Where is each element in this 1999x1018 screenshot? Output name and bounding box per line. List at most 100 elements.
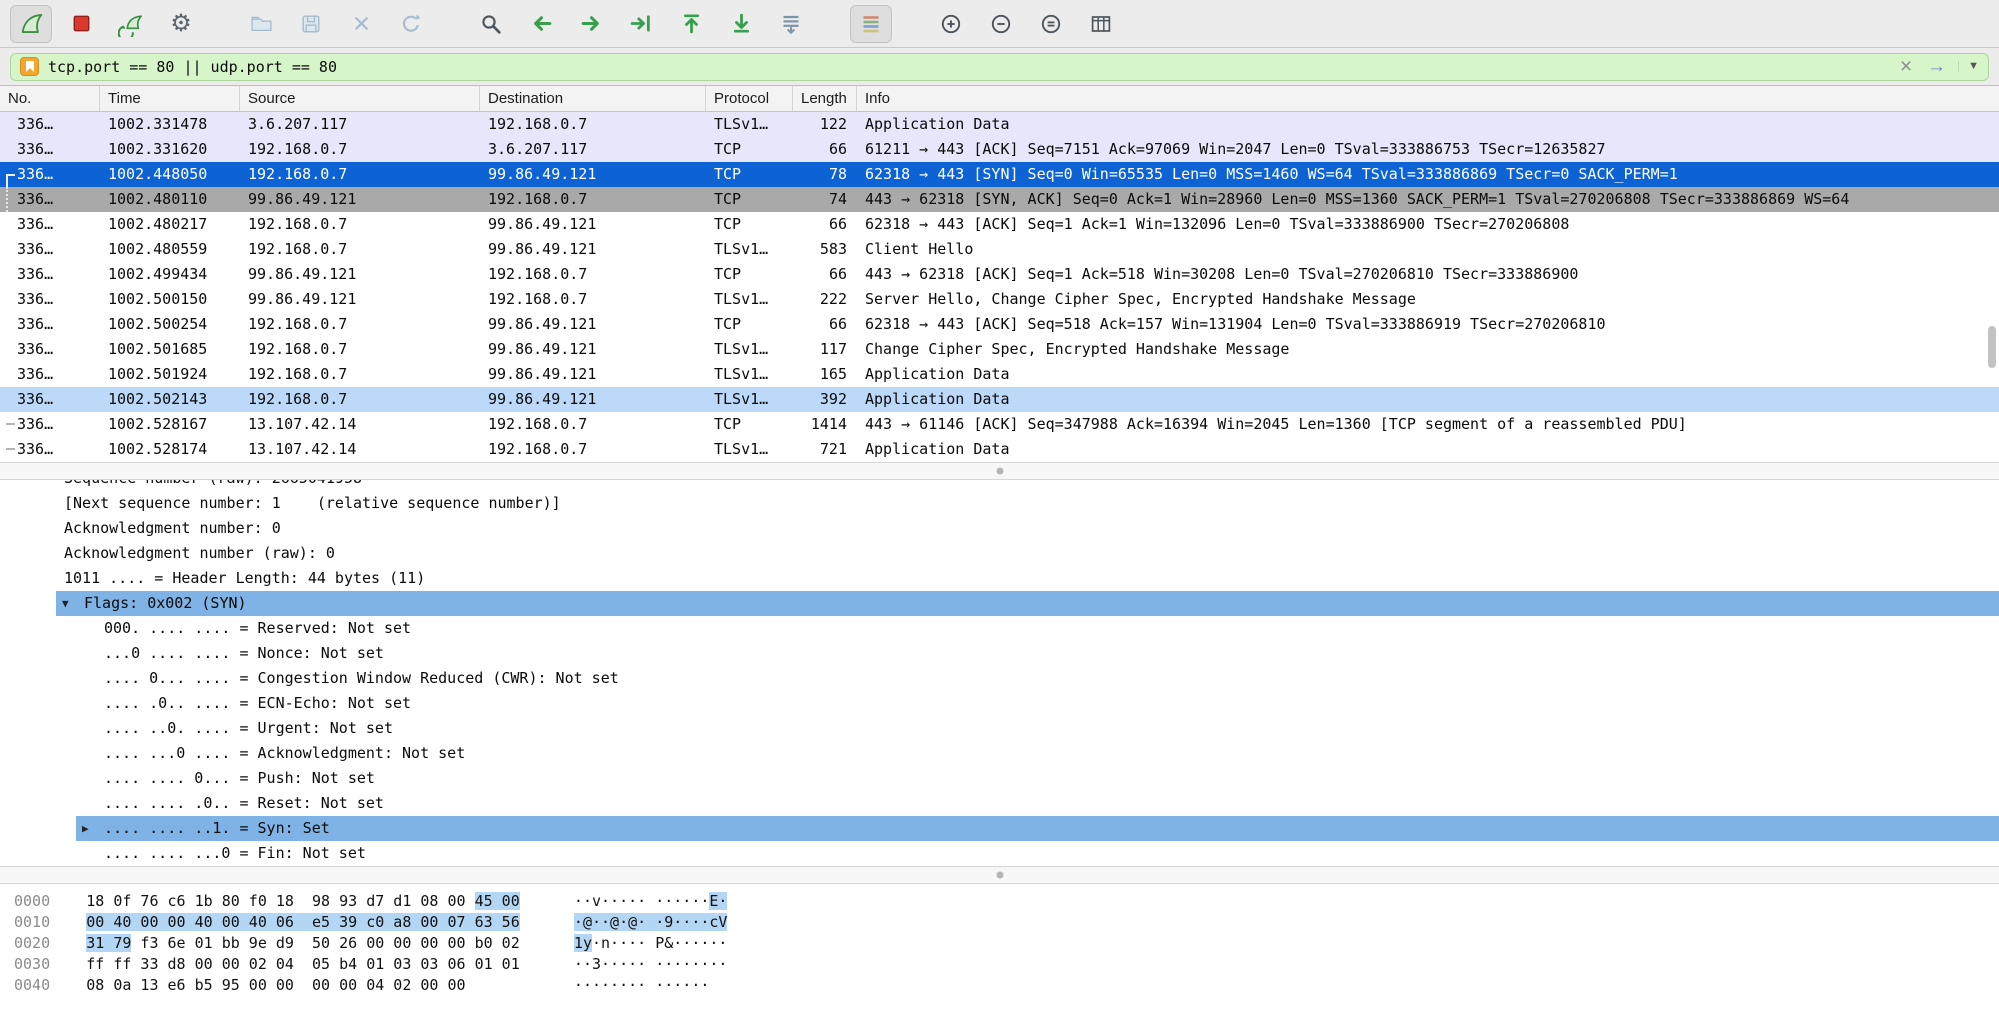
- go-back-button[interactable]: [520, 5, 562, 43]
- packet-row[interactable]: 336…1002.49943499.86.49.121192.168.0.7TC…: [0, 262, 1999, 287]
- go-to-first-button[interactable]: [670, 5, 712, 43]
- capture-options-button[interactable]: ⚙: [160, 5, 202, 43]
- reload-file-button[interactable]: [390, 5, 432, 43]
- related-packet-gutter: [4, 137, 17, 162]
- detail-line[interactable]: .... .... ...0 = Fin: Not set: [0, 841, 1999, 866]
- hex-row[interactable]: 0000 18 0f 76 c6 1b 80 f0 18 98 93 d7 d1…: [0, 891, 1999, 912]
- fin-icon: [18, 10, 45, 37]
- go-to-packet-button[interactable]: [620, 5, 662, 43]
- find-packet-button[interactable]: [470, 5, 512, 43]
- filter-bar: tcp.port == 80 || udp.port == 80 × → ▼: [0, 48, 1999, 86]
- arrow-down-icon: [729, 11, 754, 36]
- zoom-original-button[interactable]: [1030, 5, 1072, 43]
- packet-info-cell: 62318 → 443 [ACK] Seq=518 Ack=157 Win=13…: [857, 312, 1999, 337]
- packet-row[interactable]: 336…1002.3314783.6.207.117192.168.0.7TLS…: [0, 112, 1999, 137]
- detail-line[interactable]: ...0 .... .... = Nonce: Not set: [0, 641, 1999, 666]
- display-filter-input[interactable]: tcp.port == 80 || udp.port == 80: [48, 58, 1888, 76]
- detail-line[interactable]: .... .0.. .... = ECN-Echo: Not set: [0, 691, 1999, 716]
- detail-line[interactable]: ▼Flags: 0x002 (SYN): [0, 591, 1999, 616]
- packet-row[interactable]: 336…1002.52816713.107.42.14192.168.0.7TC…: [0, 412, 1999, 437]
- restart-capture-button[interactable]: [110, 5, 152, 43]
- ascii-bytes-highlight: E·: [709, 892, 727, 910]
- packet-no-cell: 336…: [0, 387, 100, 412]
- reload-icon: [399, 12, 423, 36]
- column-header-protocol[interactable]: Protocol: [706, 86, 793, 111]
- start-capture-button[interactable]: [10, 5, 52, 43]
- detail-text: .... ..0. .... = Urgent: Not set: [0, 716, 393, 741]
- colorize-button[interactable]: [850, 5, 892, 43]
- open-file-button[interactable]: [240, 5, 282, 43]
- detail-line[interactable]: Acknowledgment number (raw): 0: [0, 541, 1999, 566]
- filter-bookmark-icon[interactable]: [20, 57, 39, 76]
- hex-row[interactable]: 0020 31 79 f3 6e 01 bb 9e d9 50 26 00 00…: [0, 933, 1999, 954]
- auto-scroll-button[interactable]: [770, 5, 812, 43]
- packet-row[interactable]: 336…1002.331620192.168.0.73.6.207.117TCP…: [0, 137, 1999, 162]
- column-header-length[interactable]: Length: [793, 86, 857, 111]
- packet-info-cell: Application Data: [857, 362, 1999, 387]
- packet-protocol-cell: TLSv1…: [706, 112, 793, 137]
- close-file-button[interactable]: [340, 5, 382, 43]
- ascii-bytes-highlight: 1y: [574, 934, 592, 952]
- column-header-destination[interactable]: Destination: [480, 86, 706, 111]
- column-header-source[interactable]: Source: [240, 86, 480, 111]
- packet-no-cell: 336…: [0, 162, 100, 187]
- details-splitter[interactable]: [0, 866, 1999, 884]
- hex-row[interactable]: 0010 00 40 00 00 40 00 40 06 e5 39 c0 a8…: [0, 912, 1999, 933]
- stop-capture-button[interactable]: [60, 5, 102, 43]
- packet-row[interactable]: 336…1002.448050192.168.0.799.86.49.121TC…: [0, 162, 1999, 187]
- filter-clear-icon[interactable]: ×: [1897, 56, 1915, 77]
- detail-line[interactable]: .... .... .0.. = Reset: Not set: [0, 791, 1999, 816]
- detail-line[interactable]: [Next sequence number: 1 (relative seque…: [0, 491, 1999, 516]
- hex-row[interactable]: 0030 ff ff 33 d8 00 00 02 04 05 b4 01 03…: [0, 954, 1999, 975]
- packet-protocol-cell: TCP: [706, 262, 793, 287]
- hex-row[interactable]: 0040 08 0a 13 e6 b5 95 00 00 00 00 04 02…: [0, 975, 1999, 996]
- detail-text: 1011 .... = Header Length: 44 bytes (11): [0, 566, 425, 591]
- save-file-button[interactable]: [290, 5, 332, 43]
- detail-text: [Next sequence number: 1 (relative seque…: [0, 491, 561, 516]
- packet-info-cell: Change Cipher Spec, Encrypted Handshake …: [857, 337, 1999, 362]
- detail-line[interactable]: .... ...0 .... = Acknowledgment: Not set: [0, 741, 1999, 766]
- go-forward-button[interactable]: [570, 5, 612, 43]
- resize-columns-button[interactable]: [1080, 5, 1122, 43]
- zoom-in-button[interactable]: [930, 5, 972, 43]
- packet-row[interactable]: 336…1002.480559192.168.0.799.86.49.121TL…: [0, 237, 1999, 262]
- packet-row[interactable]: 336…1002.501685192.168.0.799.86.49.121TL…: [0, 337, 1999, 362]
- packet-row[interactable]: 336…1002.480217192.168.0.799.86.49.121TC…: [0, 212, 1999, 237]
- detail-line[interactable]: 000. .... .... = Reserved: Not set: [0, 616, 1999, 641]
- packet-list-scrollbar-thumb[interactable]: [1988, 326, 1996, 368]
- packet-source-cell: 192.168.0.7: [240, 362, 480, 387]
- detail-line[interactable]: 1011 .... = Header Length: 44 bytes (11): [0, 566, 1999, 591]
- detail-line[interactable]: .... .... 0... = Push: Not set: [0, 766, 1999, 791]
- zoom-out-button[interactable]: [980, 5, 1022, 43]
- related-packet-gutter: [4, 337, 17, 362]
- filter-dropdown-icon[interactable]: ▼: [1958, 61, 1979, 72]
- column-header-no[interactable]: No.: [0, 86, 100, 111]
- packet-row[interactable]: 336…1002.500254192.168.0.799.86.49.121TC…: [0, 312, 1999, 337]
- packet-row[interactable]: 336…1002.52817413.107.42.14192.168.0.7TL…: [0, 437, 1999, 462]
- packet-source-cell: 99.86.49.121: [240, 187, 480, 212]
- detail-line[interactable]: Sequence number (raw): 2665041958: [0, 480, 1999, 491]
- packet-row[interactable]: 336…1002.50015099.86.49.121192.168.0.7TL…: [0, 287, 1999, 312]
- detail-line[interactable]: .... ..0. .... = Urgent: Not set: [0, 716, 1999, 741]
- display-filter-field[interactable]: tcp.port == 80 || udp.port == 80 × → ▼: [10, 53, 1989, 81]
- detail-line[interactable]: .... 0... .... = Congestion Window Reduc…: [0, 666, 1999, 691]
- column-header-info[interactable]: Info: [857, 86, 1999, 111]
- ascii-bytes: ··v····· ······: [574, 892, 709, 910]
- packet-list-splitter[interactable]: [0, 462, 1999, 480]
- packet-source-cell: 3.6.207.117: [240, 112, 480, 137]
- go-to-last-button[interactable]: [720, 5, 762, 43]
- packet-time-cell: 1002.500150: [100, 287, 240, 312]
- packet-protocol-cell: TCP: [706, 212, 793, 237]
- ascii-bytes: ········ ······: [574, 976, 709, 994]
- related-packet-mark-icon: [6, 174, 15, 187]
- wireshark-window: ⚙ tcp.port == 80 || udp.port == 80 × → ▼…: [0, 0, 1999, 1018]
- filter-apply-icon[interactable]: →: [1924, 57, 1949, 76]
- column-header-time[interactable]: Time: [100, 86, 240, 111]
- detail-line[interactable]: ▶.... .... ..1. = Syn: Set: [0, 816, 1999, 841]
- packet-length-cell: 583: [793, 237, 857, 262]
- packet-row[interactable]: 336…1002.48011099.86.49.121192.168.0.7TC…: [0, 187, 1999, 212]
- detail-line[interactable]: Acknowledgment number: 0: [0, 516, 1999, 541]
- packet-row[interactable]: 336…1002.502143192.168.0.799.86.49.121TL…: [0, 387, 1999, 412]
- packet-row[interactable]: 336…1002.501924192.168.0.799.86.49.121TL…: [0, 362, 1999, 387]
- packet-time-cell: 1002.331478: [100, 112, 240, 137]
